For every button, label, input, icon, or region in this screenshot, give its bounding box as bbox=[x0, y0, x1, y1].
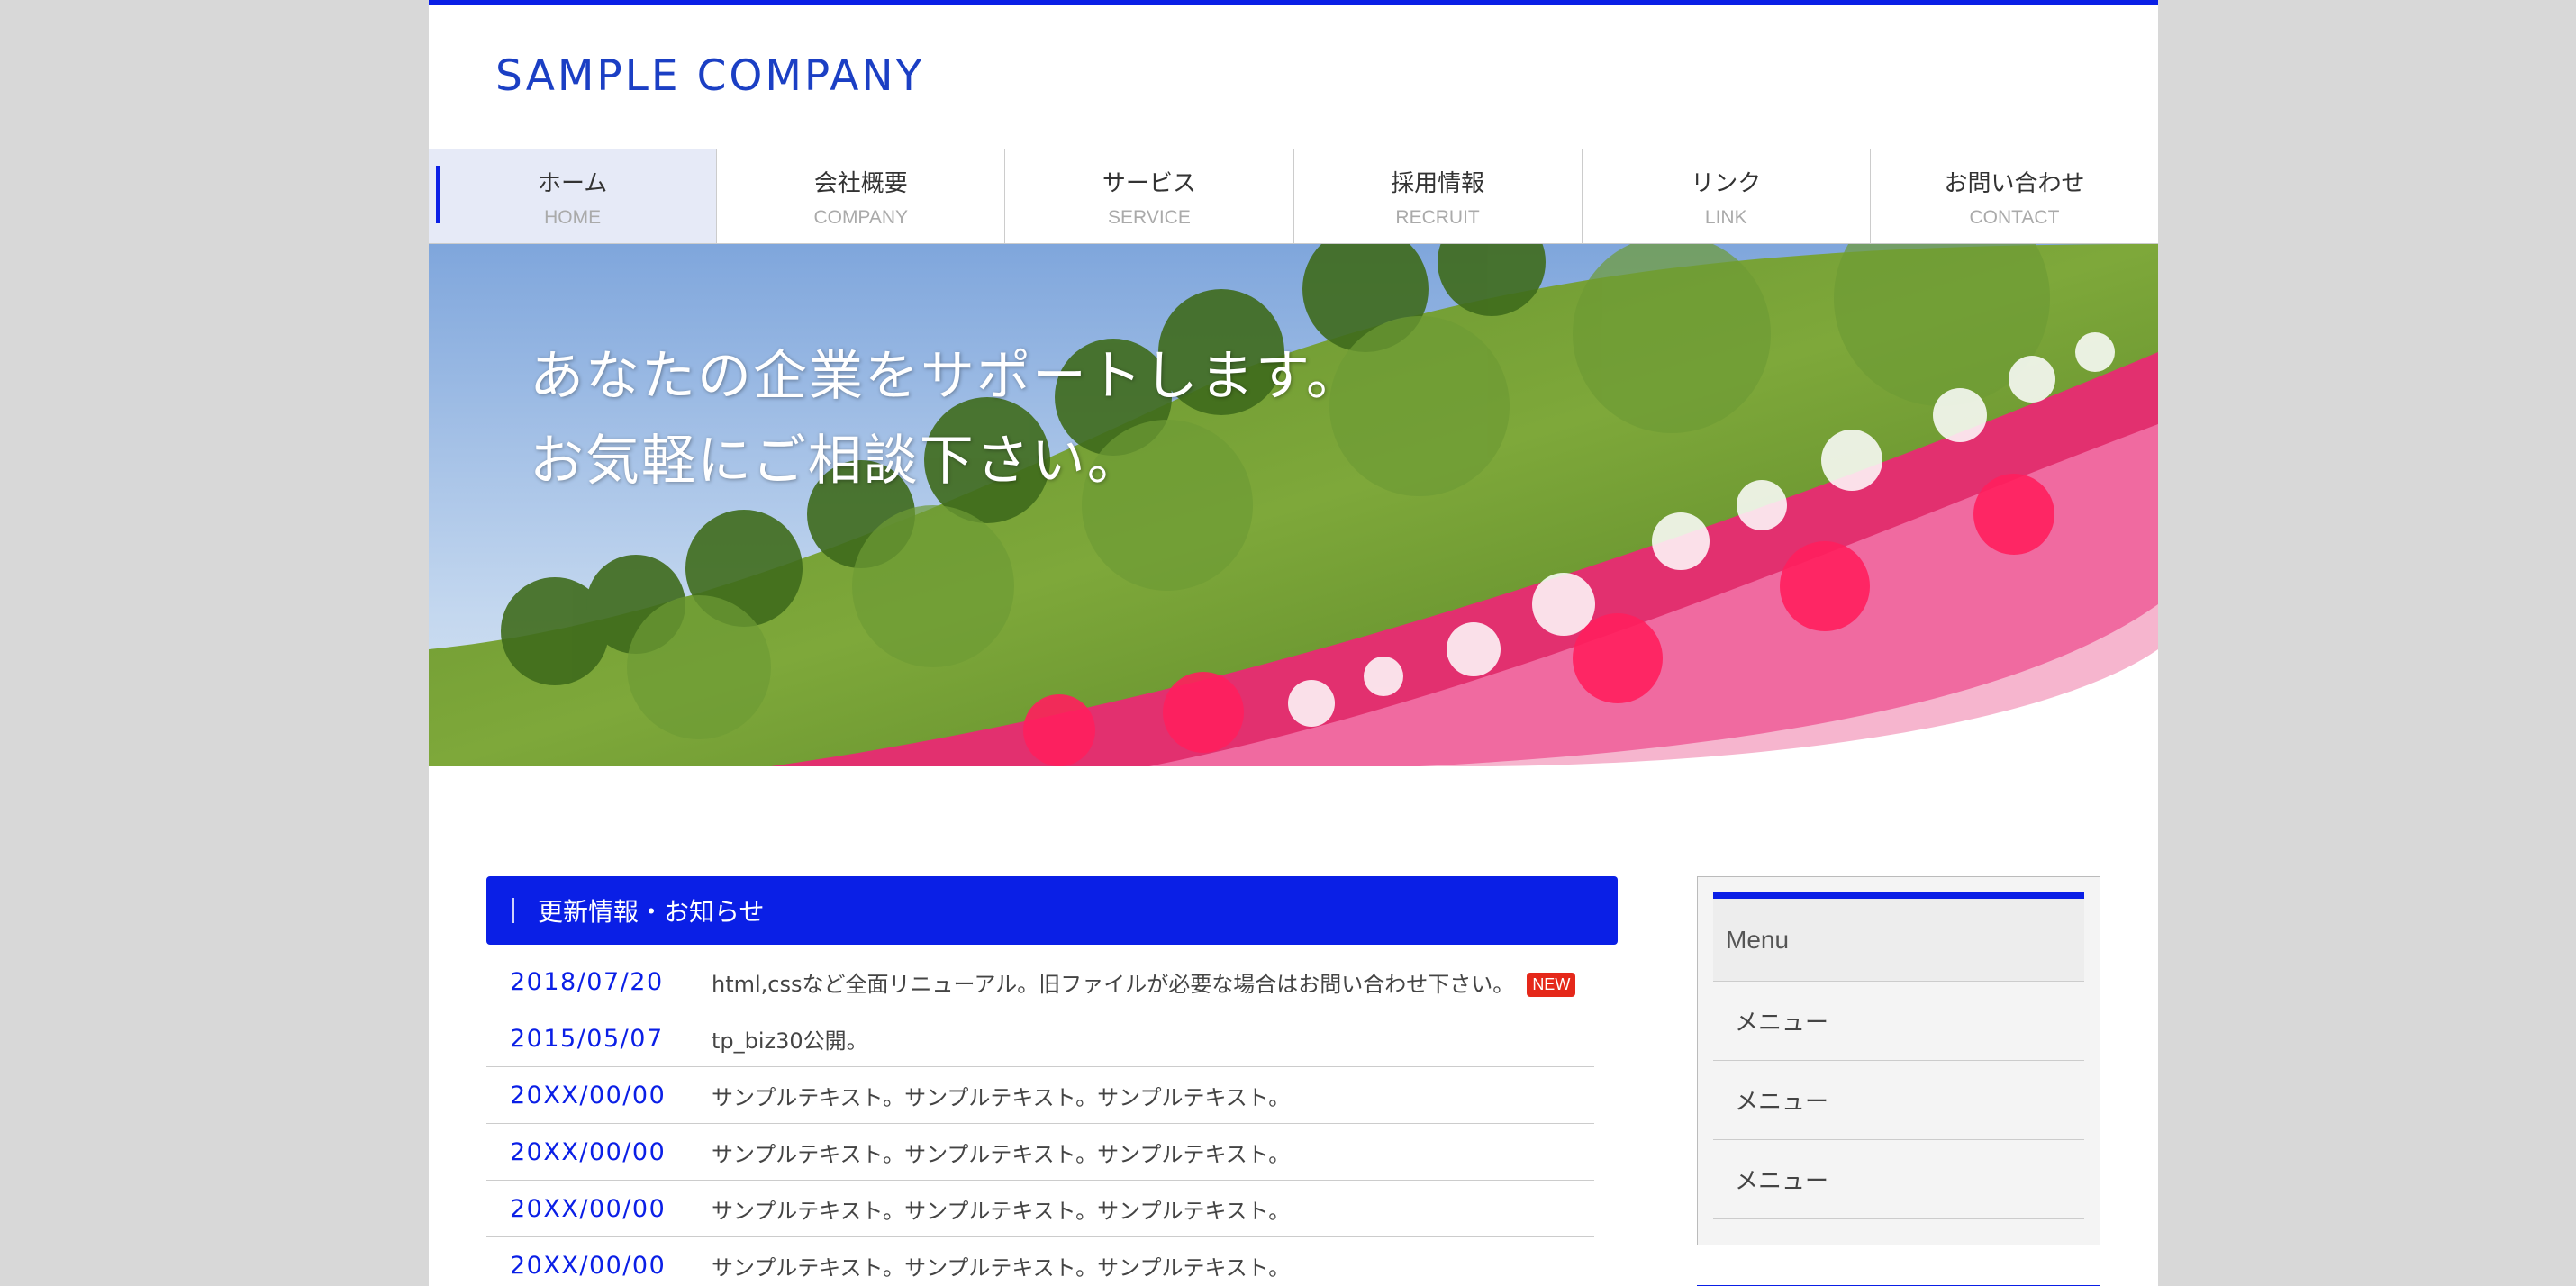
news-date: 2015/05/07 bbox=[510, 1024, 664, 1053]
nav-item-company[interactable]: 会社概要 COMPANY bbox=[716, 149, 1004, 243]
sidebar-item[interactable]: メニュー bbox=[1713, 1140, 2084, 1219]
nav-label-jp: お問い合わせ bbox=[1944, 169, 2085, 197]
nav-item-link[interactable]: リンク LINK bbox=[1581, 149, 1870, 243]
new-badge: NEW bbox=[1527, 972, 1576, 997]
hero-line-1: あなたの企業をサポートします。 bbox=[530, 345, 1362, 408]
nav-label-jp: 会社概要 bbox=[813, 169, 908, 197]
news-text: html,cssなど全面リニューアル。旧ファイルが必要な場合はお問い合わせ下さい… bbox=[712, 966, 1576, 998]
nav-item-recruit[interactable]: 採用情報 RECRUIT bbox=[1293, 149, 1582, 243]
nav-label-en: CONTACT bbox=[1969, 206, 2060, 228]
sidebar-menu: Menu メニュー メニュー メニュー bbox=[1697, 876, 2100, 1245]
news-row: 20XX/00/00 サンプルテキスト。サンプルテキスト。サンプルテキスト。 bbox=[486, 1181, 1594, 1237]
nav-item-home[interactable]: ホーム HOME bbox=[429, 149, 717, 243]
nav-label-en: LINK bbox=[1704, 206, 1747, 228]
global-nav: ホーム HOME 会社概要 COMPANY サービス SERVICE 採用情報 … bbox=[429, 149, 2158, 244]
nav-label-en: COMPANY bbox=[813, 206, 909, 228]
site-logo[interactable]: SAMPLE COMPANY bbox=[495, 51, 924, 101]
news-date: 20XX/00/00 bbox=[510, 1194, 667, 1223]
nav-label-jp: ホーム bbox=[537, 169, 608, 197]
news-date: 20XX/00/00 bbox=[510, 1081, 667, 1109]
news-heading-text: 更新情報・お知らせ bbox=[538, 897, 765, 927]
nav-label-jp: 採用情報 bbox=[1391, 169, 1485, 197]
hero-banner: あなたの企業をサポートします。 お気軽にご相談下さい。 bbox=[429, 244, 2158, 766]
nav-label-jp: リンク bbox=[1691, 169, 1762, 197]
news-text: サンプルテキスト。サンプルテキスト。サンプルテキスト。 bbox=[712, 1084, 1291, 1110]
nav-label-en: RECRUIT bbox=[1395, 206, 1480, 228]
heading-bar bbox=[512, 898, 514, 923]
nav-label-jp: サービス bbox=[1102, 169, 1196, 197]
news-heading: 更新情報・お知らせ bbox=[486, 876, 1618, 945]
nav-label-en: SERVICE bbox=[1108, 206, 1191, 228]
news-row: 2018/07/20 html,cssなど全面リニューアル。旧ファイルが必要な場… bbox=[486, 954, 1594, 1010]
nav-label-en: HOME bbox=[544, 206, 602, 228]
news-row: 20XX/00/00 サンプルテキスト。サンプルテキスト。サンプルテキスト。 bbox=[486, 1237, 1594, 1286]
news-row: 2015/05/07 tp_biz30公開。 bbox=[486, 1010, 1594, 1067]
nav-item-contact[interactable]: お問い合わせ CONTACT bbox=[1869, 149, 2158, 243]
sidebar-item[interactable]: メニュー bbox=[1713, 1061, 2084, 1140]
main-content: 更新情報・お知らせ 2018/07/20 html,cssなど全面リニューアル。… bbox=[486, 876, 1618, 1286]
news-date: 20XX/00/00 bbox=[510, 1137, 667, 1166]
news-row: 20XX/00/00 サンプルテキスト。サンプルテキスト。サンプルテキスト。 bbox=[486, 1067, 1594, 1124]
hero-line-2: お気軽にご相談下さい。 bbox=[530, 430, 1143, 493]
news-text: tp_biz30公開。 bbox=[712, 1028, 868, 1054]
hero-image bbox=[429, 244, 2158, 766]
news-text-content: html,cssなど全面リニューアル。旧ファイルが必要な場合はお問い合わせ下さい… bbox=[712, 971, 1515, 997]
news-date: 20XX/00/00 bbox=[510, 1251, 667, 1280]
news-text: サンプルテキスト。サンプルテキスト。サンプルテキスト。 bbox=[712, 1141, 1291, 1167]
page: SAMPLE COMPANY ホーム HOME 会社概要 COMPANY サービ… bbox=[429, 0, 2158, 1286]
news-list: 2018/07/20 html,cssなど全面リニューアル。旧ファイルが必要な場… bbox=[486, 954, 1594, 1286]
news-date: 2018/07/20 bbox=[510, 967, 664, 996]
nav-item-service[interactable]: サービス SERVICE bbox=[1004, 149, 1293, 243]
news-text: サンプルテキスト。サンプルテキスト。サンプルテキスト。 bbox=[712, 1198, 1291, 1224]
sidebar-title: Menu bbox=[1713, 892, 2084, 982]
sidebar-item[interactable]: メニュー bbox=[1713, 982, 2084, 1061]
news-row: 20XX/00/00 サンプルテキスト。サンプルテキスト。サンプルテキスト。 bbox=[486, 1124, 1594, 1181]
news-text: サンプルテキスト。サンプルテキスト。サンプルテキスト。 bbox=[712, 1254, 1291, 1281]
